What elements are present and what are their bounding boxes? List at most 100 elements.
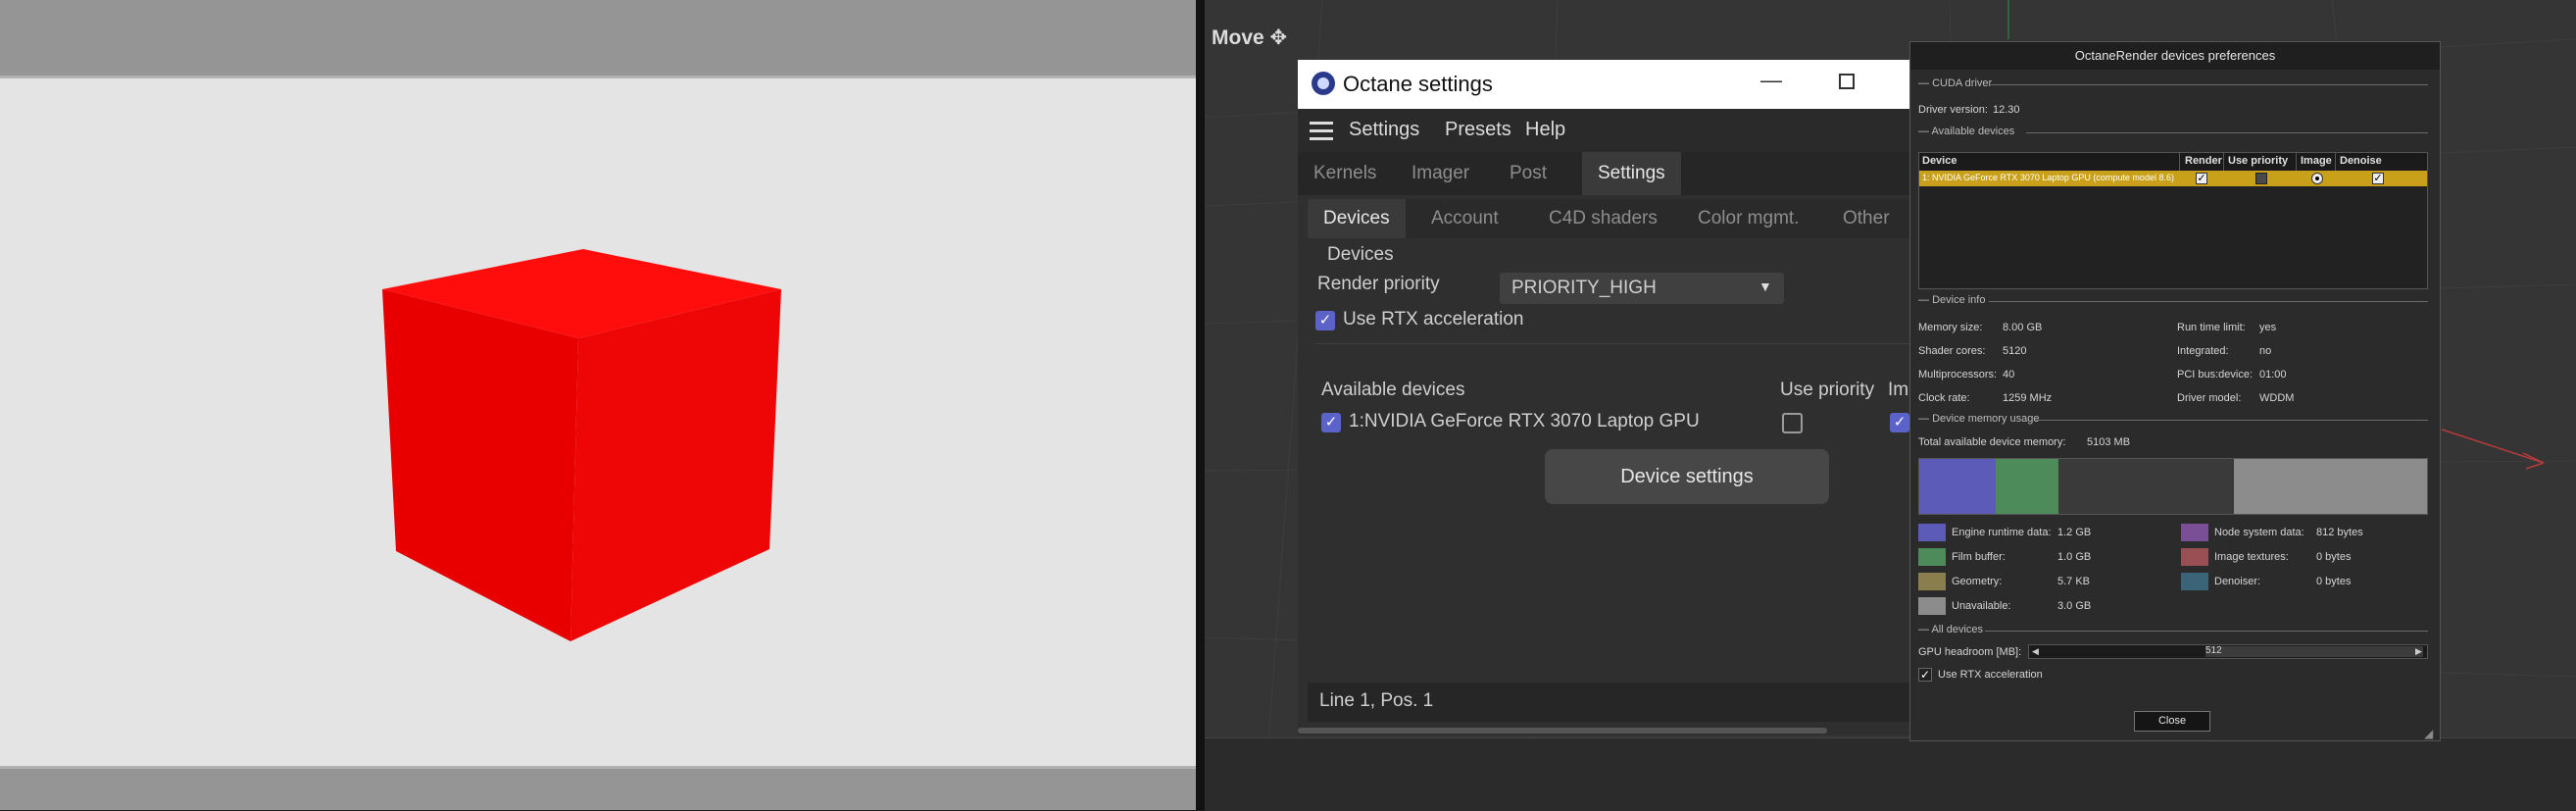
row-use-priority-checkbox[interactable]: [2255, 173, 2267, 184]
use-priority-checkbox[interactable]: [1782, 413, 1803, 433]
legend-swatch: [2181, 548, 2208, 566]
move-label-text: Move: [1212, 26, 1264, 49]
memory-segment-free: [2058, 459, 2235, 514]
device-enable-checkbox[interactable]: ✓: [1321, 413, 1341, 432]
memory-segment-unavailable: [2234, 459, 2427, 514]
image-radio[interactable]: [2311, 173, 2323, 184]
hamburger-menu-icon[interactable]: [1310, 122, 1333, 140]
device-table-header: Device Render Use priority Image Denoise: [1919, 153, 2427, 171]
info-label: Driver model:: [2177, 392, 2242, 404]
all-devices-header: — All devices: [1918, 624, 1984, 635]
menu-presets[interactable]: Presets: [1445, 119, 1511, 141]
device-settings-button[interactable]: Device settings: [1545, 449, 1829, 504]
left-viewport[interactable]: [0, 0, 1196, 810]
legend-label: Node system data:: [2214, 527, 2304, 538]
octane-title-bar[interactable]: Octane settings —: [1298, 60, 1945, 109]
info-label: Integrated:: [2177, 345, 2229, 357]
legend-value: 5.7 KB: [2057, 576, 2091, 587]
gpu-headroom-label: GPU headroom [MB]:: [1918, 646, 2022, 658]
col-use-priority[interactable]: Use priority: [2228, 155, 2288, 167]
legend-swatch: [2181, 524, 2208, 541]
col-render[interactable]: Render: [2185, 155, 2222, 167]
col-denoise[interactable]: Denoise: [2340, 155, 2382, 167]
subtab-other[interactable]: Other: [1827, 199, 1906, 238]
legend-swatch: [1918, 524, 1946, 541]
octane-logo-icon: [1312, 72, 1335, 95]
close-button[interactable]: Close: [2134, 711, 2210, 732]
device-row-name: 1: NVIDIA GeForce RTX 3070 Laptop GPU (c…: [1922, 173, 2174, 182]
memory-usage-bar: [1918, 458, 2428, 515]
info-label: Memory size:: [1918, 322, 1983, 333]
subtab-devices[interactable]: Devices: [1308, 199, 1406, 238]
render-priority-value: PRIORITY_HIGH: [1511, 278, 1657, 298]
info-value: 1259 MHz: [2003, 392, 2053, 404]
device-name: 1:NVIDIA GeForce RTX 3070 Laptop GPU: [1349, 411, 1700, 431]
slider-fill: [2205, 646, 2423, 657]
left-viewport-top-bar: [0, 0, 1196, 78]
subtab-c4d-shaders[interactable]: C4D shaders: [1533, 199, 1673, 238]
render-priority-dropdown[interactable]: PRIORITY_HIGH ▼: [1500, 273, 1784, 304]
legend-swatch: [1918, 548, 1946, 566]
info-value: 01:00: [2259, 369, 2287, 380]
legend-label: Unavailable:: [1952, 600, 2011, 612]
legend-label: Denoiser:: [2214, 576, 2261, 587]
driver-version-label: Driver version:: [1918, 104, 1988, 116]
legend-swatch: [1918, 597, 1946, 615]
section-line: [2026, 132, 2428, 133]
table-row[interactable]: 1: NVIDIA GeForce RTX 3070 Laptop GPU (c…: [1919, 171, 2427, 186]
section-line: [2036, 420, 2428, 421]
col-image[interactable]: Image: [2301, 155, 2332, 167]
octane-menu-bar: Settings Presets Help: [1298, 109, 1945, 152]
info-label: Clock rate:: [1918, 392, 1970, 404]
rtx-checkbox[interactable]: ✓: [1315, 311, 1335, 330]
horizontal-scrollbar[interactable]: [1298, 728, 1827, 734]
subtab-account[interactable]: Account: [1415, 199, 1514, 238]
gpu-headroom-slider[interactable]: ◀ 512 ▶: [2028, 644, 2428, 659]
legend-value: 1.0 GB: [2057, 551, 2092, 563]
octane-subtab-bar: Devices Account C4D shaders Color mgmt. …: [1308, 199, 1935, 238]
right-viewport-bottom-bar: [1205, 737, 2576, 811]
legend-label: Image textures:: [2214, 551, 2289, 563]
tab-imager[interactable]: Imager: [1396, 152, 1485, 195]
available-devices-label: Available devices: [1321, 380, 1465, 400]
devices-section-title: Devices: [1327, 244, 1394, 265]
legend-value: 812 bytes: [2316, 527, 2363, 538]
tab-post[interactable]: Post: [1494, 152, 1562, 195]
info-value: yes: [2259, 322, 2277, 333]
tab-settings[interactable]: Settings: [1582, 152, 1681, 195]
menu-help[interactable]: Help: [1525, 119, 1565, 141]
info-value: WDDM: [2259, 392, 2295, 404]
viewport-divider[interactable]: [1196, 0, 1205, 810]
slider-right-arrow-icon[interactable]: ▶: [2415, 646, 2422, 657]
info-value: 5120: [2003, 345, 2027, 357]
render-checkbox[interactable]: ✓: [2196, 173, 2207, 184]
legend-swatch: [1918, 573, 1946, 590]
denoise-checkbox[interactable]: ✓: [2372, 173, 2384, 184]
image-checkbox-partial[interactable]: ✓: [1890, 413, 1909, 432]
separator: [1315, 343, 1923, 344]
move-tool-label[interactable]: Move ✥: [1212, 25, 1287, 50]
legend-label: Film buffer:: [1952, 551, 2006, 563]
device-prefs-title: OctaneRender devices preferences: [1910, 42, 2440, 70]
tab-kernels[interactable]: Kernels: [1298, 152, 1392, 195]
slider-left-arrow-icon[interactable]: ◀: [2032, 646, 2039, 657]
maximize-icon[interactable]: [1839, 74, 1855, 89]
resize-grip-icon[interactable]: ◢: [2424, 727, 2433, 740]
col-device[interactable]: Device: [1922, 155, 1957, 167]
image-header-partial: Im: [1888, 380, 1909, 400]
octane-status-bar: Line 1, Pos. 1: [1308, 683, 1935, 722]
red-cube: [382, 249, 781, 641]
octane-tab-bar: Kernels Imager Post Settings: [1298, 152, 1945, 195]
device-preferences-dialog: OctaneRender devices preferences — CUDA …: [1909, 41, 2441, 741]
status-text: Line 1, Pos. 1: [1319, 690, 1434, 711]
subtab-color-mgmt[interactable]: Color mgmt.: [1682, 199, 1814, 238]
menu-settings[interactable]: Settings: [1349, 119, 1419, 141]
device-info-header: — Device info: [1918, 294, 1986, 306]
legend-value: 0 bytes: [2316, 551, 2352, 563]
info-value: 40: [2003, 369, 2015, 380]
minimize-icon[interactable]: —: [1760, 68, 1782, 93]
legend-value: 1.2 GB: [2057, 527, 2092, 538]
driver-version-value: 12.30: [1993, 104, 2020, 116]
info-value: 8.00 GB: [2003, 322, 2043, 333]
rtx-acceleration-checkbox[interactable]: ✓: [1918, 668, 1932, 682]
